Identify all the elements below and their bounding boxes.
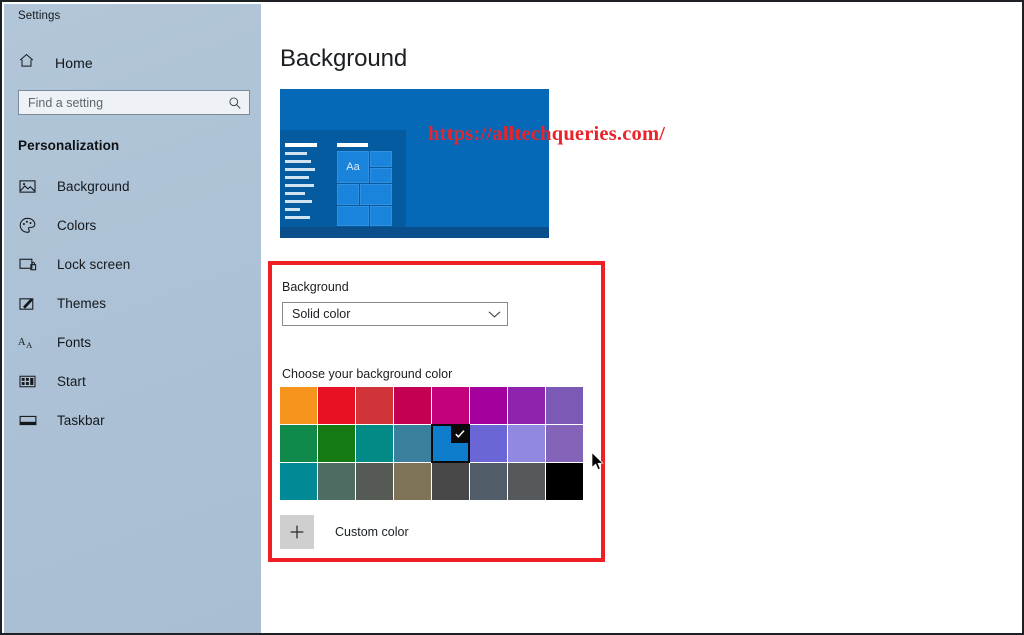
- sidebar-item-taskbar-label: Taskbar: [57, 413, 105, 428]
- color-swatch[interactable]: [470, 387, 507, 424]
- sidebar-section-header: Personalization: [18, 138, 120, 153]
- color-swatch[interactable]: [546, 463, 583, 500]
- color-swatch[interactable]: [508, 463, 545, 500]
- search-box[interactable]: [18, 90, 250, 115]
- sidebar-item-themes-label: Themes: [57, 296, 107, 311]
- custom-color-label: Custom color: [335, 525, 409, 539]
- settings-window: Settings Home Find a setting Personaliza…: [4, 4, 1022, 633]
- sidebar-item-fonts-label: Fonts: [57, 335, 92, 350]
- color-swatch[interactable]: [470, 425, 507, 462]
- sidebar-item-taskbar[interactable]: Taskbar: [4, 401, 261, 440]
- color-swatch[interactable]: [318, 387, 355, 424]
- preview-app-list: [285, 143, 317, 226]
- color-swatch[interactable]: [470, 463, 507, 500]
- plus-icon: [280, 515, 314, 549]
- preview-tile-text: Aa: [346, 161, 360, 173]
- sidebar-item-themes[interactable]: Themes: [4, 284, 261, 323]
- preview-tile: [337, 184, 359, 205]
- color-swatch[interactable]: [356, 425, 393, 462]
- preview-tile: [370, 151, 392, 167]
- picture-icon: [18, 177, 37, 196]
- preview-tile: [360, 184, 392, 205]
- chevron-down-icon[interactable]: [481, 310, 507, 319]
- color-swatch[interactable]: [394, 463, 431, 500]
- color-swatch[interactable]: [508, 387, 545, 424]
- custom-color-button[interactable]: Custom color: [280, 515, 409, 549]
- sidebar-item-lock-screen-label: Lock screen: [57, 257, 131, 272]
- color-swatch[interactable]: [356, 387, 393, 424]
- sidebar-item-fonts[interactable]: A A Fonts: [4, 323, 261, 362]
- preview-taskbar: [280, 227, 549, 238]
- fonts-aa-icon: A A: [18, 333, 37, 352]
- color-swatch[interactable]: [432, 387, 469, 424]
- svg-text:A: A: [18, 336, 26, 347]
- color-swatch[interactable]: [431, 424, 470, 463]
- taskbar-icon: [18, 411, 37, 430]
- sidebar-item-background[interactable]: Background: [4, 167, 261, 206]
- start-tiles-icon: [18, 372, 37, 391]
- svg-text:A: A: [26, 340, 33, 350]
- color-swatch[interactable]: [356, 463, 393, 500]
- sidebar-item-home[interactable]: Home: [4, 48, 261, 78]
- color-swatch[interactable]: [508, 425, 545, 462]
- preview-tile-group-header: [337, 143, 368, 147]
- background-type-dropdown[interactable]: Solid color: [282, 302, 508, 326]
- color-swatch[interactable]: [280, 387, 317, 424]
- color-swatch[interactable]: [318, 425, 355, 462]
- sidebar-item-colors-label: Colors: [57, 218, 97, 233]
- preview-tile-group: Aa: [337, 151, 392, 226]
- background-color-grid: [280, 387, 583, 500]
- color-swatch[interactable]: [546, 387, 583, 424]
- screenshot-canvas: Settings Home Find a setting Personaliza…: [0, 0, 1024, 635]
- home-icon: [18, 52, 35, 74]
- app-title: Settings: [18, 10, 61, 22]
- sidebar-item-colors[interactable]: Colors: [4, 206, 261, 245]
- sidebar-item-start-label: Start: [57, 374, 86, 389]
- color-swatch[interactable]: [280, 425, 317, 462]
- color-swatch[interactable]: [394, 425, 431, 462]
- themes-brush-icon: [18, 294, 37, 313]
- color-swatch[interactable]: [546, 425, 583, 462]
- color-swatch[interactable]: [318, 463, 355, 500]
- color-swatch[interactable]: [280, 463, 317, 500]
- choose-background-color-label: Choose your background color: [282, 367, 453, 381]
- background-field-label: Background: [282, 280, 349, 294]
- color-swatch[interactable]: [432, 463, 469, 500]
- page-title: Background: [280, 45, 408, 72]
- sidebar-item-lock-screen[interactable]: Lock screen: [4, 245, 261, 284]
- desktop-preview: Aa: [280, 89, 549, 238]
- palette-icon: [18, 216, 37, 235]
- preview-tile: [337, 206, 369, 226]
- background-type-selected-value: Solid color: [292, 307, 351, 321]
- lock-screen-icon: [18, 255, 37, 274]
- sidebar-nav-list: Background Colors Lock screen Themes A A…: [4, 167, 261, 440]
- check-icon: [451, 425, 469, 443]
- preview-tile: [370, 206, 392, 226]
- settings-sidebar: Settings Home Find a setting Personaliza…: [4, 4, 261, 633]
- sidebar-item-background-label: Background: [57, 179, 130, 194]
- sidebar-item-start[interactable]: Start: [4, 362, 261, 401]
- color-swatch[interactable]: [394, 387, 431, 424]
- search-icon[interactable]: [224, 96, 246, 110]
- sidebar-item-home-label: Home: [55, 55, 93, 71]
- main-content: Background Aa Background Solid color Cho…: [261, 4, 1022, 633]
- search-input[interactable]: [19, 91, 224, 114]
- watermark-url: https://alltechqueries.com/: [428, 123, 666, 145]
- preview-tile: [370, 168, 392, 183]
